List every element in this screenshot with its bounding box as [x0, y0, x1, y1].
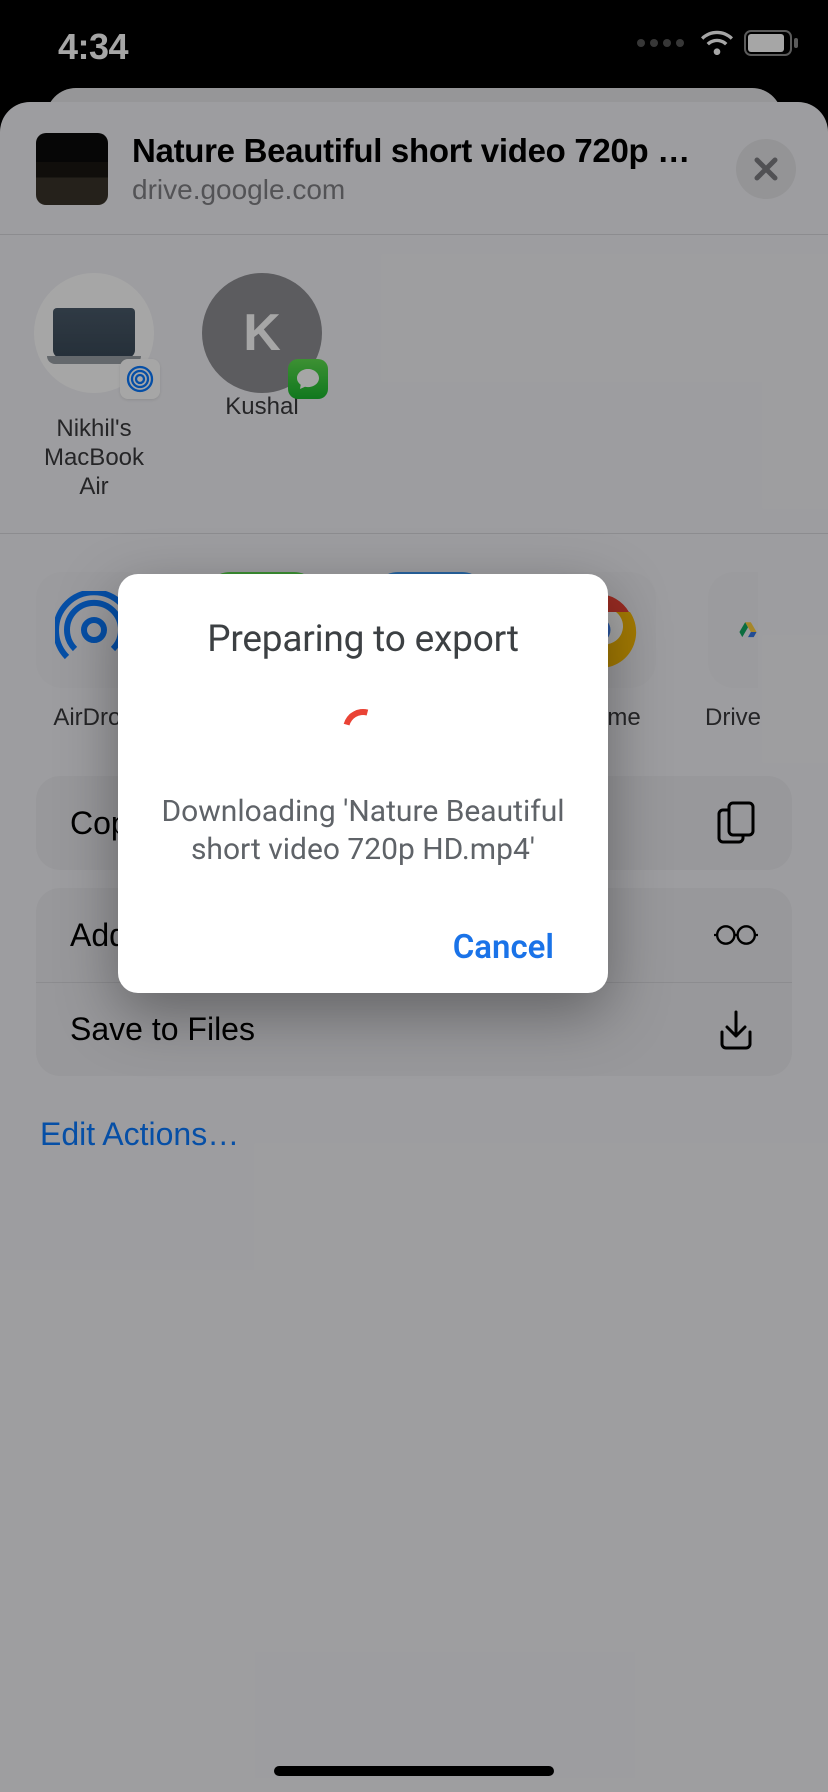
cancel-button[interactable]: Cancel	[453, 928, 554, 967]
loading-spinner-icon	[336, 702, 391, 757]
dialog-title: Preparing to export	[150, 618, 576, 661]
export-dialog: Preparing to export Downloading 'Nature …	[118, 574, 608, 993]
dialog-message: Downloading 'Nature Beautiful short vide…	[150, 793, 576, 870]
home-indicator[interactable]	[274, 1766, 554, 1776]
